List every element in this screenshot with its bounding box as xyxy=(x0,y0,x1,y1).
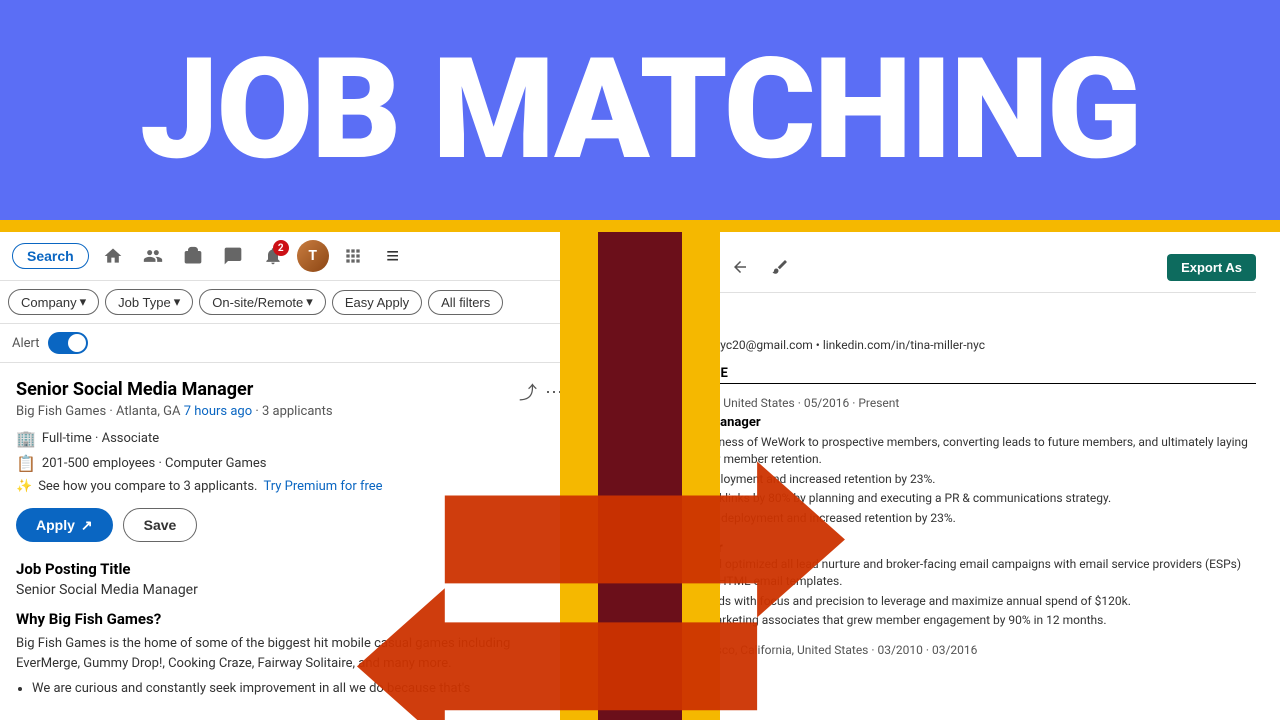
apps-icon[interactable] xyxy=(337,240,369,272)
toggle-label: Alert xyxy=(12,336,40,351)
back-toolbar-icon[interactable] xyxy=(725,252,755,282)
company-filter[interactable]: Company ▾ xyxy=(8,289,99,315)
job-type-filter[interactable]: Job Type ▾ xyxy=(105,289,193,315)
hero-title: JOB MATCHING xyxy=(140,40,1140,180)
job-bullets: We are curious and constantly seek impro… xyxy=(16,681,563,696)
comparison-text: See how you compare to 3 applicants. xyxy=(38,479,257,494)
employment-type: Full-time · Associate xyxy=(42,431,159,446)
avatar[interactable]: T xyxy=(297,240,329,272)
more-icon[interactable]: ≡ xyxy=(377,240,409,272)
export-button[interactable]: Export As xyxy=(1167,254,1256,281)
remote-filter[interactable]: On-site/Remote ▾ xyxy=(199,289,326,315)
save-button[interactable]: Save xyxy=(123,508,198,542)
why-title: Why Big Fish Games? xyxy=(16,610,563,628)
notification-badge: 2 xyxy=(273,240,289,256)
posting-title-value: Senior Social Media Manager xyxy=(16,582,563,598)
dark-red-bar xyxy=(598,232,682,720)
company-size: 201-500 employees · Computer Games xyxy=(42,456,267,471)
posting-title-label: Job Posting Title xyxy=(16,560,563,578)
job-location: · Atlanta, GA xyxy=(109,404,183,419)
premium-row: ✨ See how you compare to 3 applicants. T… xyxy=(16,479,563,494)
share-icon[interactable]: ⤴ xyxy=(519,379,537,405)
toggle-row: Alert xyxy=(0,324,579,363)
external-link-icon: ↗ xyxy=(81,517,93,534)
all-filters-button[interactable]: All filters xyxy=(428,290,503,315)
avatar-initial: T xyxy=(297,240,329,272)
company-size-row: 📋 201-500 employees · Computer Games xyxy=(16,454,563,473)
nav-bar: Search 2 T ≡ xyxy=(0,232,579,281)
sparkle-icon: ✨ xyxy=(16,479,32,494)
job-bullet-1: We are curious and constantly seek impro… xyxy=(32,681,563,696)
gold-right-bar xyxy=(680,232,720,720)
toggle-knob xyxy=(68,334,86,352)
gold-left-bar xyxy=(560,232,600,720)
resume-linkedin: linkedin.com/in/tina-miller-nyc xyxy=(823,338,985,352)
filter-bar: Company ▾ Job Type ▾ On-site/Remote ▾ Ea… xyxy=(0,281,579,324)
job-meta: Big Fish Games · Atlanta, GA 7 hours ago… xyxy=(16,404,333,419)
apply-button[interactable]: Apply ↗ xyxy=(16,508,113,542)
left-panel: Search 2 T ≡ xyxy=(0,232,580,720)
applicant-count: · xyxy=(255,404,262,419)
applicants: 3 applicants xyxy=(262,404,333,419)
job-card: Senior Social Media Manager Big Fish Gam… xyxy=(0,363,579,720)
why-text: Big Fish Games is the home of some of th… xyxy=(16,634,563,673)
home-icon[interactable] xyxy=(97,240,129,272)
company-name: Big Fish Games xyxy=(16,404,106,419)
gold-separator xyxy=(0,220,1280,232)
paint-toolbar-icon[interactable] xyxy=(765,252,795,282)
alert-toggle[interactable] xyxy=(48,332,88,354)
main-content: Search 2 T ≡ xyxy=(0,232,1280,720)
bell-icon[interactable]: 2 xyxy=(257,240,289,272)
hero-banner: JOB MATCHING xyxy=(0,0,1280,220)
easy-apply-filter[interactable]: Easy Apply xyxy=(332,290,422,315)
message-icon[interactable] xyxy=(217,240,249,272)
premium-link[interactable]: Try Premium for free xyxy=(263,479,382,494)
job-title: Senior Social Media Manager xyxy=(16,379,333,400)
people-icon[interactable] xyxy=(137,240,169,272)
search-button[interactable]: Search xyxy=(12,243,89,269)
company-size-icon: 📋 xyxy=(16,454,36,473)
posted-time: 7 hours ago xyxy=(184,404,252,419)
employment-row: 🏢 Full-time · Associate xyxy=(16,429,563,448)
action-row: Apply ↗ Save xyxy=(16,508,563,542)
employment-icon: 🏢 xyxy=(16,429,36,448)
briefcase-icon[interactable] xyxy=(177,240,209,272)
